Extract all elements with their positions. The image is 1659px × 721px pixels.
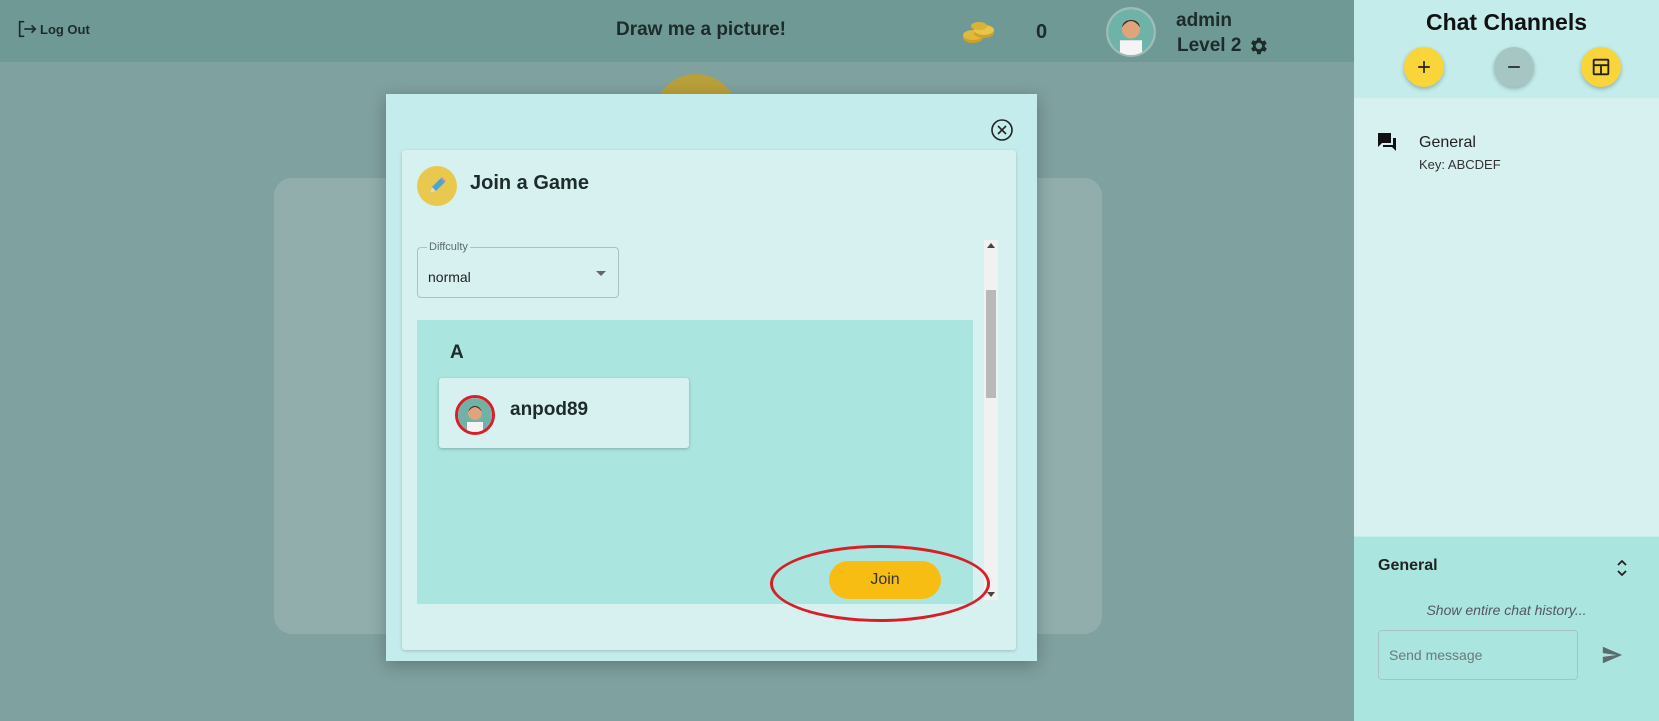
plus-icon xyxy=(1418,61,1430,73)
avatar-image xyxy=(1108,9,1154,55)
group-letter: A xyxy=(450,342,464,363)
user-level: Level 2 xyxy=(1177,35,1242,56)
chat-panel: General Show entire chat history... xyxy=(1354,537,1659,721)
expand-icon[interactable] xyxy=(1614,557,1630,579)
layout-button[interactable] xyxy=(1581,47,1621,87)
channel-name: General xyxy=(1419,134,1476,151)
logout-button[interactable]: Log Out xyxy=(16,18,90,40)
difficulty-select[interactable]: Diffculty normal xyxy=(417,241,619,298)
layout-icon xyxy=(1592,58,1610,76)
show-history-link[interactable]: Show entire chat history... xyxy=(1354,602,1659,618)
top-header: Log Out Draw me a picture! 0 admin Level… xyxy=(0,0,1354,62)
channel-list: General Key: ABCDEF xyxy=(1354,98,1659,536)
chevron-down-icon xyxy=(596,271,606,276)
modal-title: Join a Game xyxy=(470,172,589,194)
channel-item-general[interactable]: General Key: ABCDEF xyxy=(1354,110,1659,172)
join-button[interactable]: Join xyxy=(829,561,941,599)
add-channel-button[interactable] xyxy=(1404,47,1444,87)
user-name: admin xyxy=(1176,10,1232,31)
remove-channel-button[interactable] xyxy=(1494,47,1534,87)
difficulty-value: normal xyxy=(428,269,471,285)
player-avatar xyxy=(455,395,495,435)
coin-count: 0 xyxy=(1036,21,1048,43)
gear-icon[interactable] xyxy=(1247,35,1269,57)
close-icon[interactable] xyxy=(990,118,1014,142)
coins-icon xyxy=(963,22,994,43)
chat-sidebar: Chat Channels General Key: ABCDEF Genera… xyxy=(1354,0,1659,721)
modal-scrollbar[interactable] xyxy=(984,240,998,600)
scroll-down-arrow[interactable] xyxy=(987,592,995,597)
pencil-icon xyxy=(417,166,457,206)
logout-icon xyxy=(18,20,37,38)
message-input[interactable] xyxy=(1378,630,1578,680)
player-card[interactable]: anpod89 xyxy=(439,378,689,448)
logout-label: Log Out xyxy=(40,21,90,37)
sidebar-title: Chat Channels xyxy=(1425,9,1588,35)
player-name: anpod89 xyxy=(510,399,589,420)
chat-icon xyxy=(1378,133,1396,151)
send-icon[interactable] xyxy=(1599,644,1625,666)
user-avatar[interactable] xyxy=(1106,7,1156,57)
app-title: Draw me a picture! xyxy=(616,19,786,40)
scroll-up-arrow[interactable] xyxy=(987,243,995,248)
active-channel-name: General xyxy=(1378,557,1438,574)
user-level-row: Level 2 xyxy=(1177,35,1269,57)
minus-icon xyxy=(1508,66,1520,68)
scrollbar-thumb[interactable] xyxy=(986,290,996,398)
difficulty-label: Diffculty xyxy=(427,241,470,253)
channel-key: Key: ABCDEF xyxy=(1419,157,1501,172)
